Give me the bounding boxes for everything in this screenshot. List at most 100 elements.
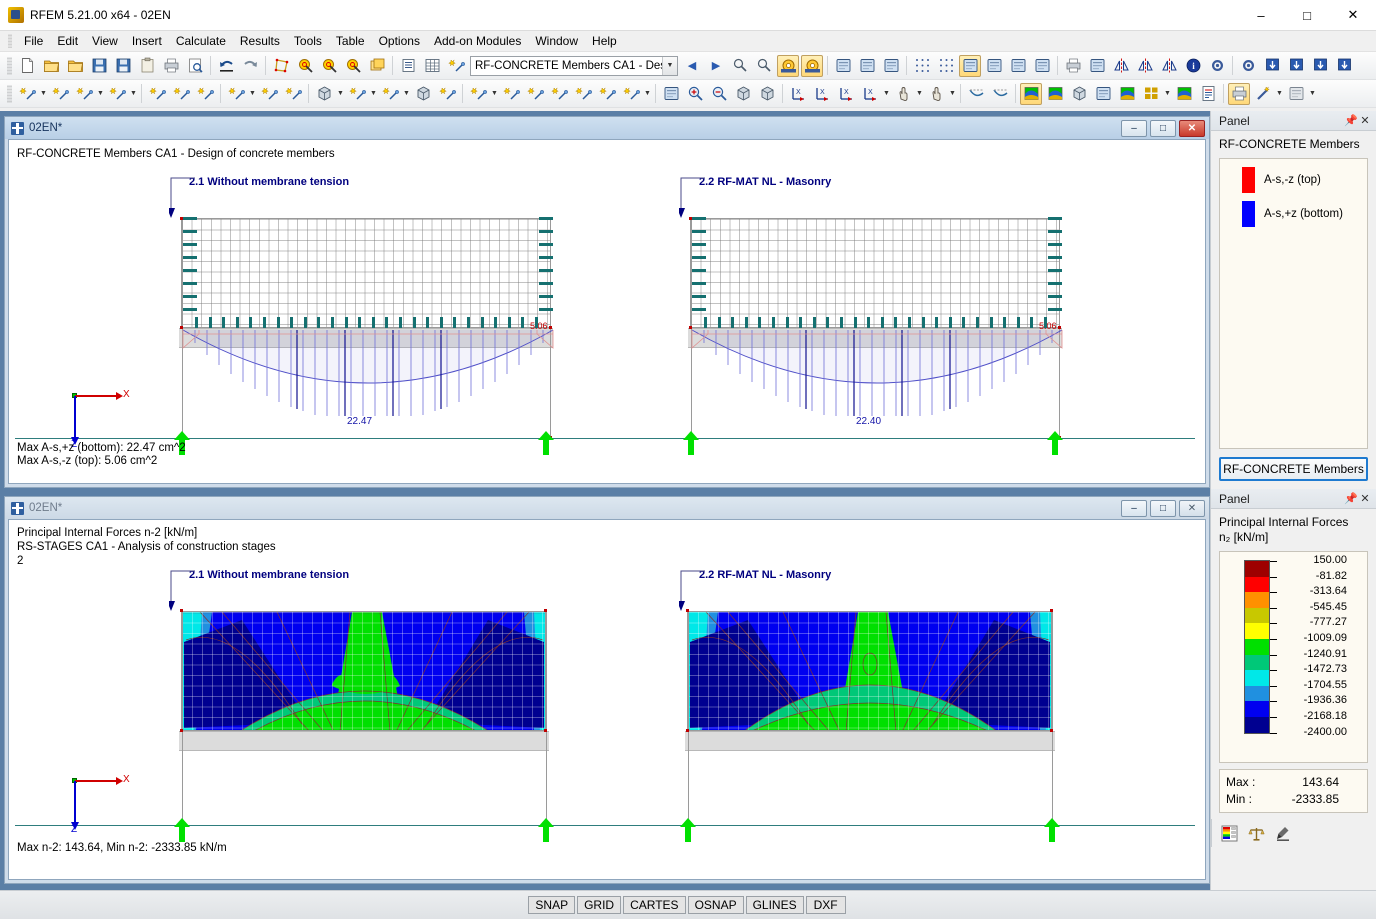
mdi-titlebar-2[interactable]: 02EN* – □ ✕: [5, 497, 1209, 519]
menu-item-table[interactable]: Table: [329, 32, 372, 50]
print-icon[interactable]: [160, 55, 182, 77]
menu-item-view[interactable]: View: [85, 32, 125, 50]
wizard-dropdown[interactable]: ▼: [1275, 83, 1284, 105]
new-node-icon[interactable]: [16, 83, 38, 105]
new-opening-dropdown[interactable]: ▼: [369, 83, 378, 105]
isolines-icon[interactable]: [1173, 83, 1195, 105]
new-combination-icon[interactable]: [467, 83, 489, 105]
microscope-icon[interactable]: [1274, 824, 1293, 843]
new-line-load-icon[interactable]: [620, 83, 642, 105]
menu-item-edit[interactable]: Edit: [50, 32, 85, 50]
grid-display-icon[interactable]: [1031, 55, 1053, 77]
new-member-icon[interactable]: [73, 83, 95, 105]
view-dropdown[interactable]: ▼: [882, 83, 891, 105]
zoom-point-icon[interactable]: [729, 55, 751, 77]
new-member-load-icon[interactable]: [596, 83, 618, 105]
save-as-icon[interactable]: [88, 55, 110, 77]
close-button[interactable]: ✕: [1330, 0, 1376, 31]
new-surface-icon[interactable]: [194, 83, 216, 105]
color-scale-dropdown[interactable]: ▼: [1308, 83, 1317, 105]
print-preview-icon[interactable]: [184, 55, 206, 77]
status-button-grid[interactable]: GRID: [577, 896, 622, 914]
menu-item-insert[interactable]: Insert: [125, 32, 169, 50]
rf-concrete-members-button[interactable]: RF-CONCRETE Members: [1219, 457, 1368, 481]
new-solid-icon[interactable]: [313, 83, 335, 105]
new-nodal-load-icon[interactable]: [379, 83, 401, 105]
open-package-icon[interactable]: [64, 55, 86, 77]
print-report-icon[interactable]: [1062, 55, 1084, 77]
clipboard-icon[interactable]: [136, 55, 158, 77]
close-icon[interactable]: ✕: [1358, 114, 1372, 128]
color-scale-icon[interactable]: [1285, 83, 1307, 105]
new-nodal-load-dropdown[interactable]: ▼: [402, 83, 411, 105]
pin-icon[interactable]: 📌: [1344, 114, 1358, 128]
menu-item-help[interactable]: Help: [585, 32, 624, 50]
view-x-icon[interactable]: X: [787, 83, 809, 105]
new-line-icon[interactable]: [49, 83, 71, 105]
undo-icon[interactable]: [215, 55, 237, 77]
balance-icon[interactable]: [1247, 824, 1266, 843]
rotate-view-icon[interactable]: [892, 83, 914, 105]
render-result-icon[interactable]: [777, 54, 799, 77]
menu-item-file[interactable]: File: [17, 32, 50, 50]
zoom-in-icon[interactable]: [684, 83, 706, 105]
result-values-icon[interactable]: [801, 54, 823, 77]
mdi-minimize-2[interactable]: –: [1121, 499, 1147, 517]
axis-symmetry-icon[interactable]: [1110, 55, 1132, 77]
solid-result-icon[interactable]: [1068, 83, 1090, 105]
maximize-button[interactable]: □: [1284, 0, 1330, 31]
mdi-canvas-2[interactable]: Principal Internal Forces n-2 [kN/m] RS-…: [8, 519, 1206, 880]
redo-icon[interactable]: [239, 55, 261, 77]
tiles-dropdown[interactable]: ▼: [1163, 83, 1172, 105]
mdi-close-1[interactable]: ✕: [1179, 119, 1205, 137]
new-hinge-icon[interactable]: [170, 83, 192, 105]
new-line-load-dropdown[interactable]: ▼: [643, 83, 652, 105]
load-cases-icon[interactable]: [880, 55, 902, 77]
menu-item-tools[interactable]: Tools: [287, 32, 329, 50]
status-button-glines[interactable]: GLINES: [745, 896, 804, 914]
tiles-icon[interactable]: [1140, 83, 1162, 105]
new-dimension-dropdown[interactable]: ▼: [248, 83, 257, 105]
minimize-button[interactable]: –: [1238, 0, 1284, 31]
mdi-minimize-1[interactable]: –: [1121, 119, 1147, 137]
printout-report-icon[interactable]: [1228, 82, 1250, 105]
new-solid-dropdown[interactable]: ▼: [336, 83, 345, 105]
new-result-beam-icon[interactable]: [524, 83, 546, 105]
menu-item-options[interactable]: Options: [372, 32, 427, 50]
new-file-icon[interactable]: [16, 55, 38, 77]
mdi-restore-1[interactable]: □: [1150, 119, 1176, 137]
mdi-restore-2[interactable]: □: [1150, 499, 1176, 517]
rotate-dropdown[interactable]: ▼: [915, 83, 924, 105]
menu-item-window[interactable]: Window: [528, 32, 585, 50]
wind-icon[interactable]: [832, 55, 854, 77]
menu-item-results[interactable]: Results: [233, 32, 287, 50]
new-solid-block-icon[interactable]: [412, 83, 434, 105]
select-polygon-icon[interactable]: [270, 55, 292, 77]
new-polyline-icon[interactable]: [106, 83, 128, 105]
new-support-icon[interactable]: [146, 83, 168, 105]
status-button-cartes[interactable]: CARTES: [623, 896, 686, 914]
new-imperfection-icon[interactable]: [500, 83, 522, 105]
load-up-icon[interactable]: [1333, 55, 1355, 77]
pan-dropdown[interactable]: ▼: [948, 83, 957, 105]
mdi-canvas-1[interactable]: RF-CONCRETE Members CA1 - Design of conc…: [8, 139, 1206, 484]
undeformed-icon[interactable]: [989, 83, 1011, 105]
close-icon-2[interactable]: ✕: [1358, 492, 1372, 506]
check-model-icon[interactable]: [1206, 55, 1228, 77]
info-icon[interactable]: i: [1182, 55, 1204, 77]
toolbar-grip[interactable]: [7, 84, 12, 103]
new-node-dropdown[interactable]: ▼: [39, 83, 48, 105]
select-circle-icon[interactable]: [318, 55, 340, 77]
new-surface-load-icon[interactable]: [548, 83, 570, 105]
new-comment-icon[interactable]: [258, 83, 280, 105]
chevron-down-icon[interactable]: ▼: [662, 56, 677, 75]
status-button-osnap[interactable]: OSNAP: [687, 896, 744, 914]
mdi-close-2[interactable]: ✕: [1179, 499, 1205, 517]
mdi-window-internal-forces[interactable]: 02EN* – □ ✕ Principal Internal Forces n-…: [4, 496, 1210, 884]
support-forces-icon[interactable]: [1092, 83, 1114, 105]
load-train-icon[interactable]: [856, 55, 878, 77]
select-special-icon[interactable]: [342, 55, 364, 77]
surface-edge-icon[interactable]: [983, 55, 1005, 77]
color-map-icon[interactable]: [1044, 83, 1066, 105]
node-link-icon[interactable]: [1086, 55, 1108, 77]
